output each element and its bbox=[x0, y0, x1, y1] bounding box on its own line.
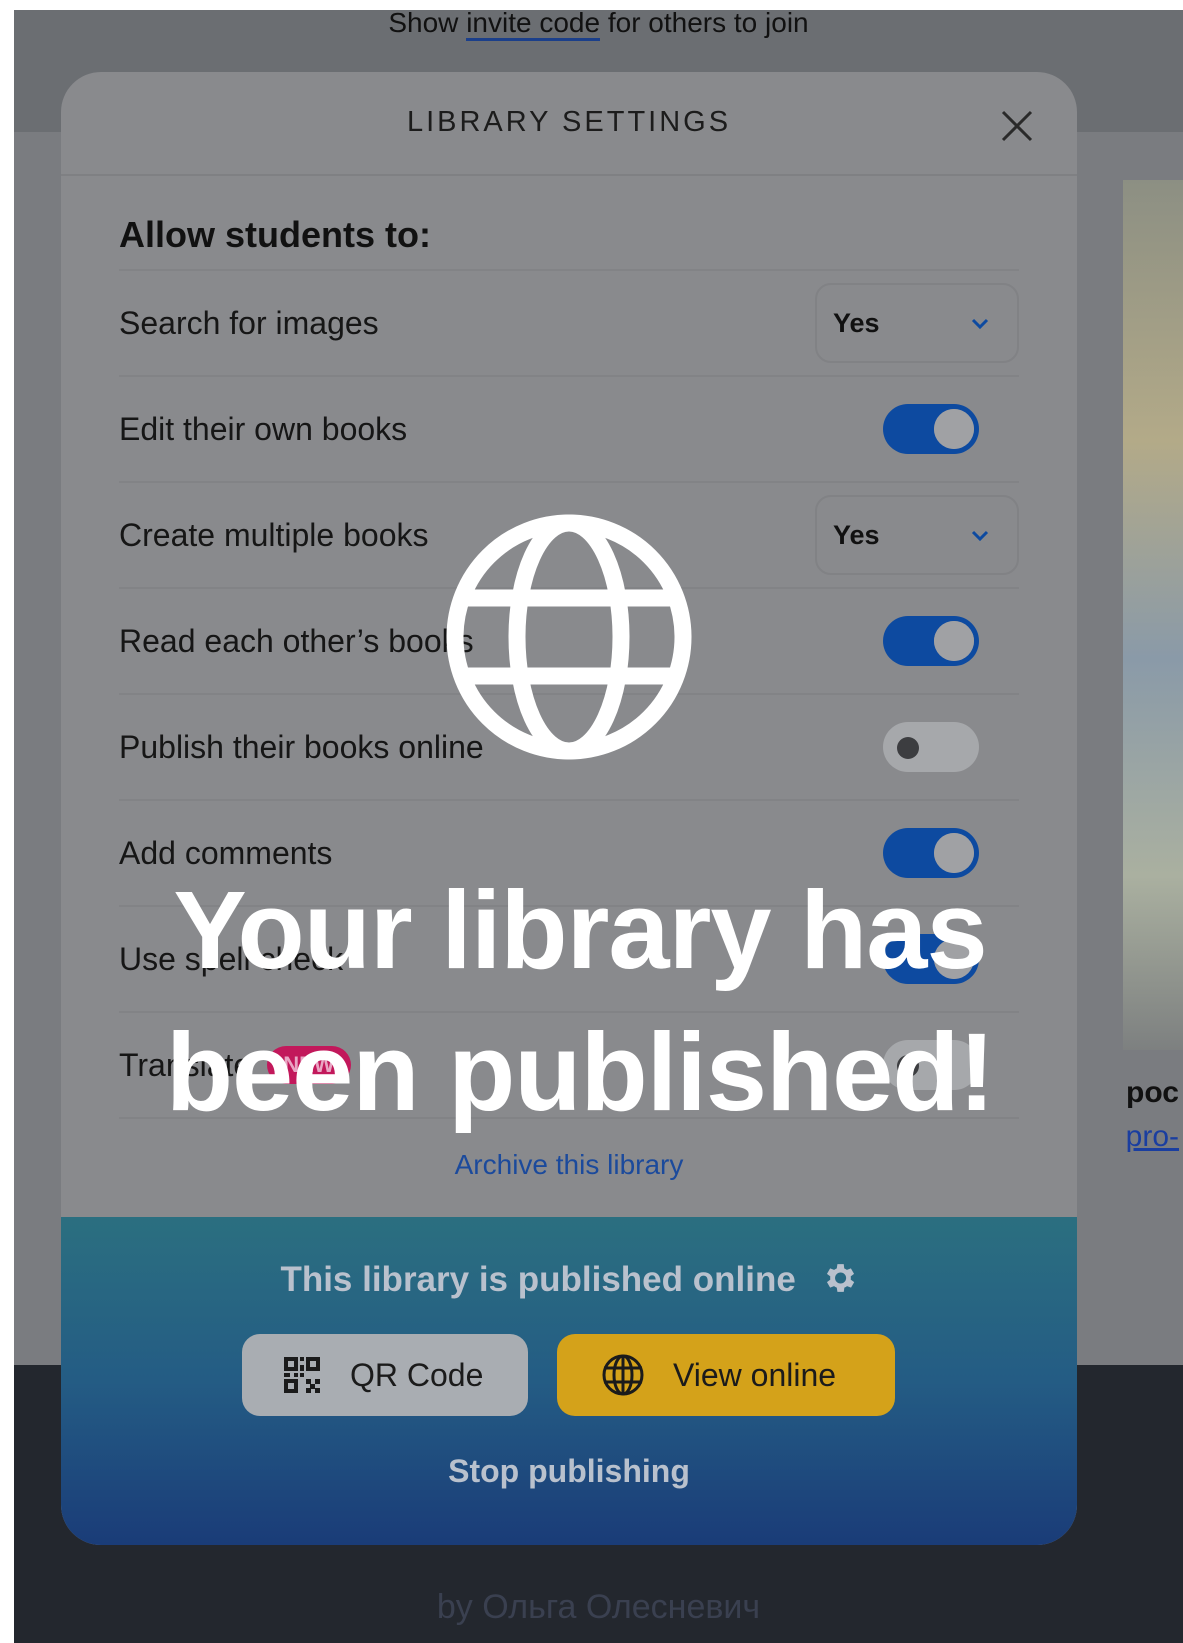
view-online-button[interactable]: View online bbox=[557, 1334, 895, 1416]
close-icon[interactable] bbox=[999, 108, 1035, 144]
background-book-cover bbox=[1123, 180, 1183, 1050]
select-value: Yes bbox=[833, 307, 880, 338]
setting-label: Edit their own books bbox=[119, 410, 408, 447]
invite-code-link[interactable]: invite code bbox=[466, 10, 601, 41]
publish-panel: This library is published online QR Code bbox=[61, 1217, 1077, 1545]
chevron-down-icon bbox=[971, 530, 989, 542]
library-settings-modal: LIBRARY SETTINGS Allow students to: Sear… bbox=[61, 72, 1077, 1545]
toggle-knob bbox=[934, 621, 974, 661]
gear-icon[interactable] bbox=[820, 1259, 858, 1297]
edit-own-books-toggle[interactable] bbox=[883, 404, 979, 454]
publish-status: This library is published online bbox=[61, 1259, 1077, 1300]
qr-code-button[interactable]: QR Code bbox=[242, 1334, 528, 1416]
setting-label: Search for images bbox=[119, 304, 379, 341]
select-value: Yes bbox=[833, 519, 880, 550]
archive-library-link[interactable]: Archive this library bbox=[119, 1149, 1019, 1181]
globe-icon bbox=[602, 1354, 644, 1396]
globe-icon bbox=[446, 514, 692, 760]
qr-code-icon bbox=[284, 1357, 320, 1393]
section-title: Allow students to: bbox=[119, 214, 1019, 271]
background-book-title: рос bbox=[1126, 1076, 1179, 1109]
background-book-link[interactable]: pro- bbox=[1126, 1120, 1179, 1154]
setting-label: Create multiple books bbox=[119, 516, 429, 553]
toggle-knob bbox=[897, 737, 919, 759]
create-multiple-books-select[interactable]: Yes bbox=[815, 495, 1019, 575]
publish-books-online-toggle[interactable] bbox=[883, 722, 979, 772]
invite-prefix: Show bbox=[388, 10, 467, 38]
search-images-select[interactable]: Yes bbox=[815, 283, 1019, 363]
chevron-down-icon bbox=[971, 318, 989, 330]
view-online-label: View online bbox=[673, 1356, 837, 1393]
qr-code-label: QR Code bbox=[350, 1356, 484, 1393]
published-message: Your library has been published! bbox=[165, 869, 995, 1134]
invite-code-text: Show invite code for others to join bbox=[14, 10, 1183, 41]
invite-suffix: for others to join bbox=[600, 10, 809, 38]
setting-row-edit-own-books: Edit their own books bbox=[119, 377, 1019, 483]
setting-label: Publish their books online bbox=[119, 728, 484, 765]
toggle-knob bbox=[934, 409, 974, 449]
setting-row-search-images: Search for images Yes bbox=[119, 271, 1019, 377]
modal-header: LIBRARY SETTINGS bbox=[61, 72, 1077, 176]
read-each-others-books-toggle[interactable] bbox=[883, 616, 979, 666]
publish-status-text: This library is published online bbox=[280, 1260, 796, 1299]
modal-title: LIBRARY SETTINGS bbox=[406, 106, 732, 138]
stop-publishing-link[interactable]: Stop publishing bbox=[61, 1453, 1077, 1490]
setting-label: Read each other’s books bbox=[119, 622, 474, 659]
background-author: by Ольга Олесневич bbox=[436, 1588, 761, 1626]
